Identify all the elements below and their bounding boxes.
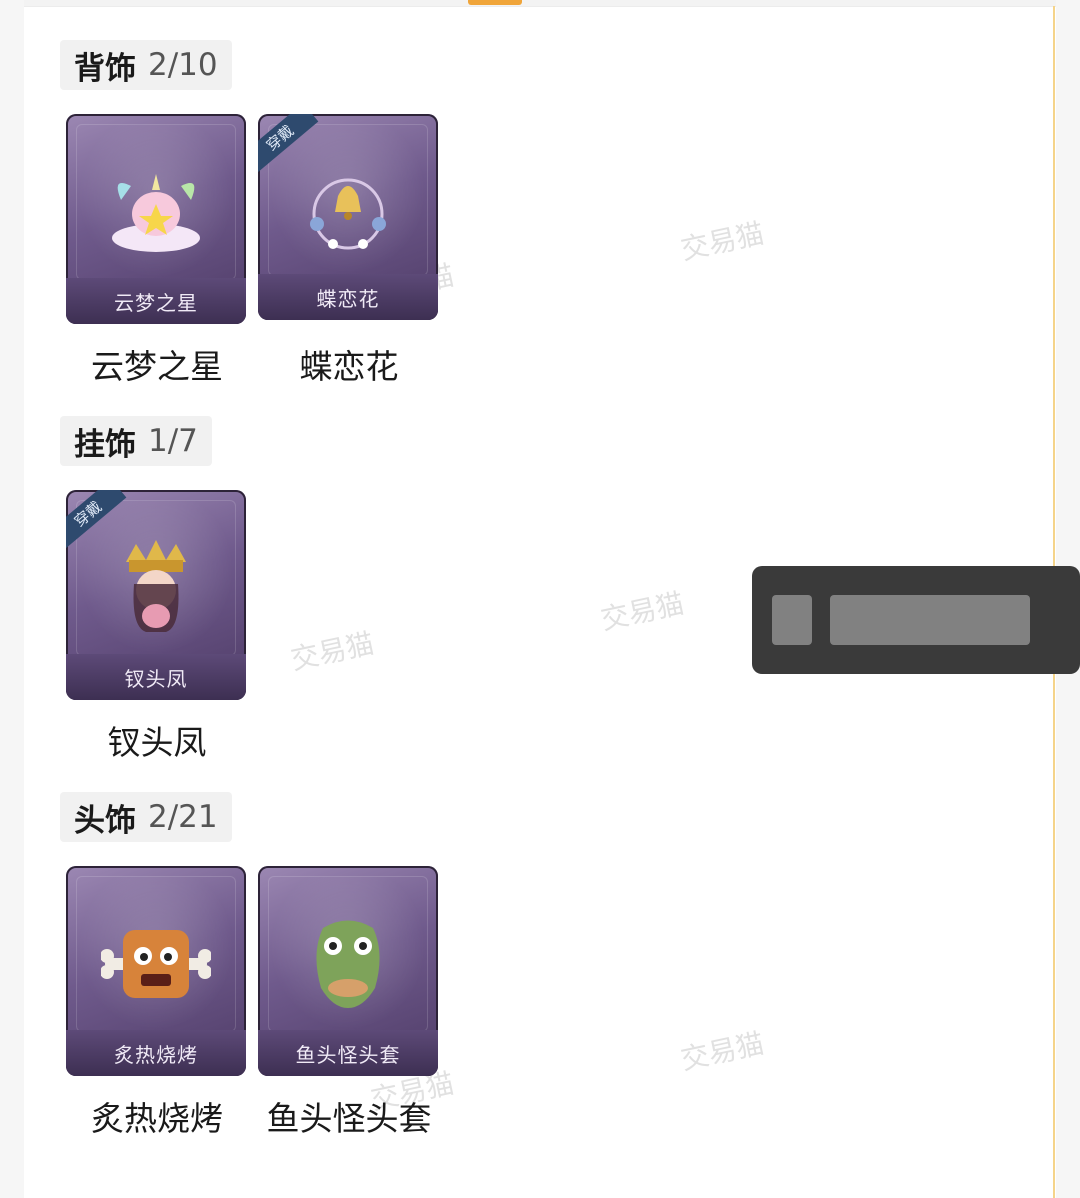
pixelated-block [772, 595, 812, 645]
blurred-overlay-banner [752, 566, 1080, 674]
item-thumbnail[interactable]: 穿戴 蝶恋花 [258, 114, 438, 320]
active-tab-indicator [468, 0, 522, 5]
section-header-hanging-accessory: 挂饰 1/7 [60, 416, 212, 466]
item-card[interactable]: 云梦之星 云梦之星 [66, 114, 248, 388]
section-count: 1/7 [148, 423, 198, 459]
card-name-ribbon: 炙热烧烤 [66, 1030, 246, 1076]
bbq-meat-icon [101, 929, 211, 998]
item-thumbnail[interactable]: 鱼头怪头套 [258, 866, 438, 1076]
unicorn-cloud-icon [112, 173, 200, 252]
item-card[interactable]: 炙热烧烤 炙热烧烤 [66, 866, 248, 1140]
item-card[interactable]: 穿戴 钗头凤 钗头凤 [66, 490, 248, 764]
fish-head-mask-icon [316, 920, 380, 1008]
left-frame [0, 0, 24, 1198]
item-card[interactable]: 鱼头怪头套 鱼头怪头套 [258, 866, 440, 1140]
card-name-ribbon: 钗头凤 [66, 654, 246, 700]
section-name: 头饰 [74, 802, 136, 839]
item-thumbnail[interactable]: 炙热烧烤 [66, 866, 246, 1076]
item-label: 蝶恋花 [299, 347, 399, 386]
section-header-head-accessory: 头饰 2/21 [60, 792, 232, 842]
item-label: 钗头凤 [107, 723, 207, 762]
section-name: 挂饰 [74, 426, 136, 463]
item-label: 云梦之星 [91, 347, 223, 386]
card-name-ribbon: 蝶恋花 [258, 274, 438, 320]
card-name-ribbon: 云梦之星 [66, 278, 246, 324]
card-name-ribbon: 鱼头怪头套 [258, 1030, 438, 1076]
item-label: 鱼头怪头套 [266, 1099, 432, 1138]
pixelated-block [830, 595, 1030, 645]
section-name: 背饰 [74, 50, 136, 87]
section-count: 2/10 [148, 47, 218, 83]
item-thumbnail[interactable]: 穿戴 钗头凤 [66, 490, 246, 700]
item-thumbnail[interactable]: 云梦之星 [66, 114, 246, 324]
item-label: 炙热烧烤 [91, 1099, 223, 1138]
bell-flower-icon [310, 178, 386, 250]
section-header-back-accessory: 背饰 2/10 [60, 40, 232, 90]
section-count: 2/21 [148, 799, 218, 835]
phoenix-crown-doll-icon [126, 539, 186, 632]
item-card[interactable]: 穿戴 蝶恋花 蝶恋花 [258, 114, 440, 388]
